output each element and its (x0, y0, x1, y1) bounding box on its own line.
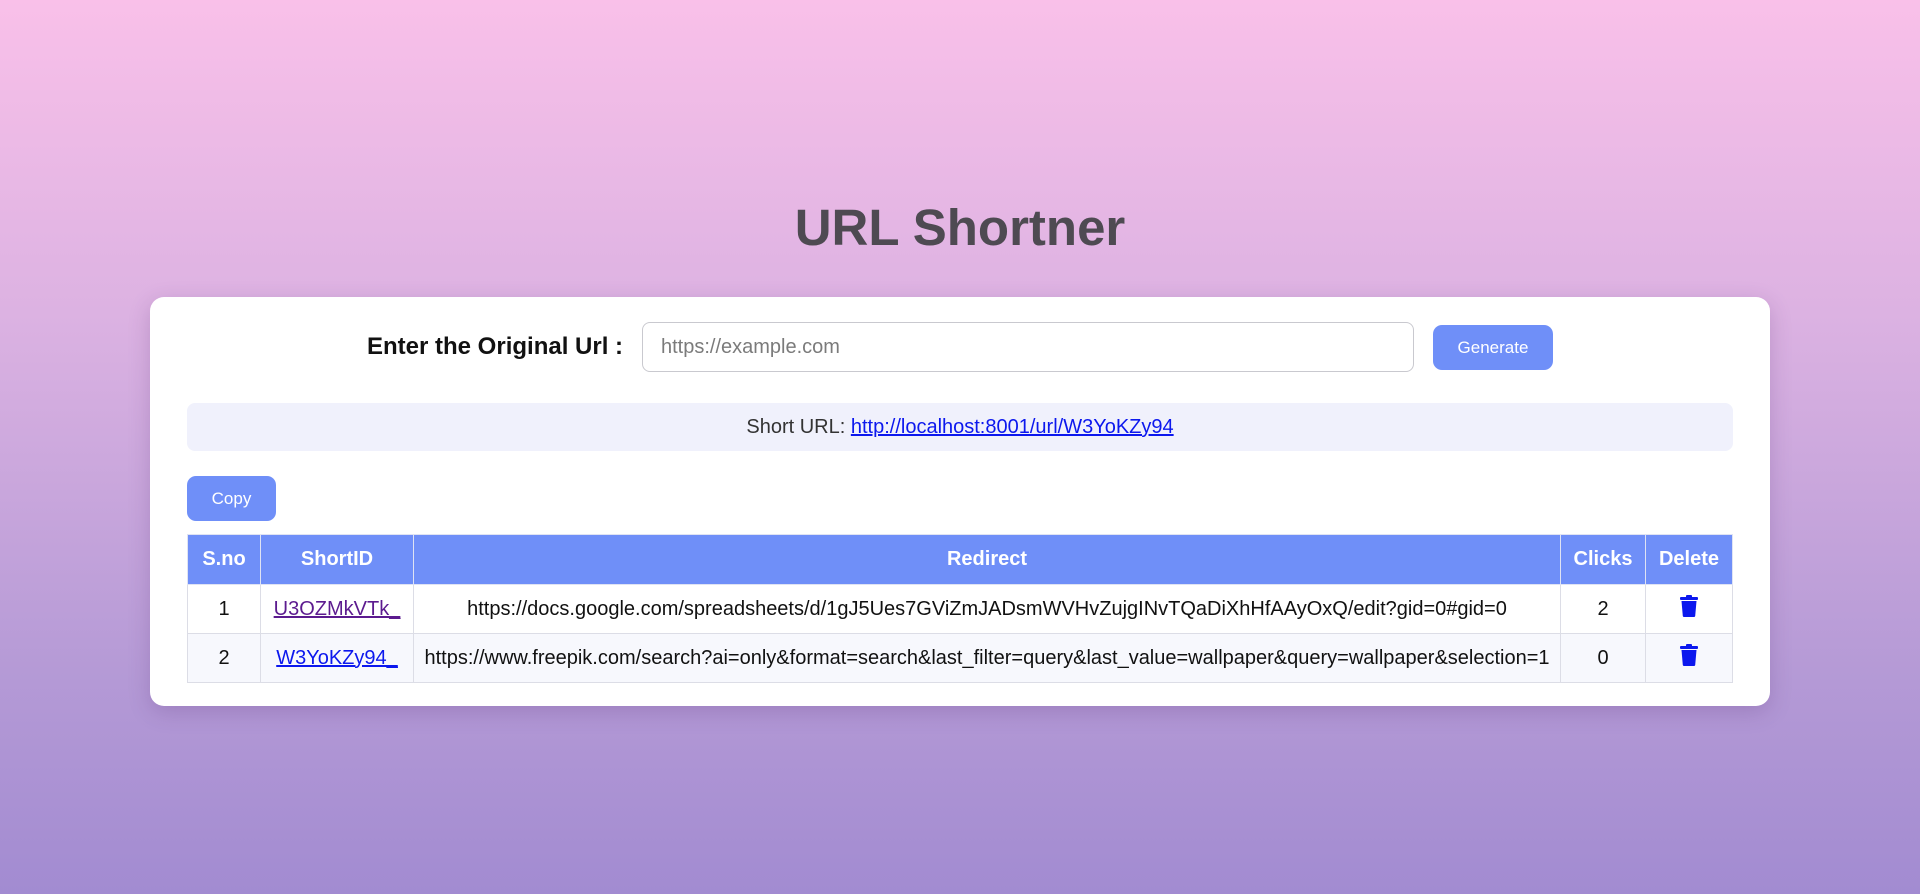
header-shortid: ShortID (260, 534, 414, 585)
row-shortid-cell: W3YoKZy94_ (260, 633, 414, 683)
header-delete: Delete (1645, 534, 1733, 585)
generate-button[interactable]: Generate (1433, 325, 1553, 370)
short-url-box: Short URL: http://localhost:8001/url/W3Y… (187, 403, 1733, 451)
copy-button[interactable]: Copy (187, 476, 276, 521)
row-clicks: 2 (1560, 584, 1646, 634)
row-shortid-cell: U3OZMkVTk_ (260, 584, 414, 634)
shortid-link[interactable]: U3OZMkVTk_ (274, 598, 401, 620)
main-card: Enter the Original Url : Generate Short … (150, 297, 1770, 706)
table-header-row: S.no ShortID Redirect Clicks Delete (187, 534, 1733, 585)
urls-table: S.no ShortID Redirect Clicks Delete 1 U3… (187, 534, 1733, 683)
row-clicks: 0 (1560, 633, 1646, 683)
header-clicks: Clicks (1560, 534, 1646, 585)
table-row: 1 U3OZMkVTk_ https://docs.google.com/spr… (187, 584, 1733, 634)
row-sno: 2 (187, 633, 261, 683)
table-row: 2 W3YoKZy94_ https://www.freepik.com/sea… (187, 633, 1733, 683)
row-delete-cell (1645, 584, 1733, 634)
trash-icon[interactable] (1680, 644, 1698, 672)
original-url-input[interactable] (642, 322, 1414, 372)
url-form: Enter the Original Url : Generate (150, 322, 1770, 372)
short-url-prefix: Short URL: (746, 416, 851, 438)
row-delete-cell (1645, 633, 1733, 683)
row-redirect: https://docs.google.com/spreadsheets/d/1… (413, 584, 1561, 634)
header-sno: S.no (187, 534, 261, 585)
row-redirect: https://www.freepik.com/search?ai=only&f… (413, 633, 1561, 683)
short-url-link[interactable]: http://localhost:8001/url/W3YoKZy94 (851, 416, 1174, 438)
row-sno: 1 (187, 584, 261, 634)
shortid-link[interactable]: W3YoKZy94_ (276, 647, 398, 669)
page-title: URL Shortner (794, 199, 1126, 256)
header-redirect: Redirect (413, 534, 1561, 585)
trash-icon[interactable] (1680, 595, 1698, 623)
